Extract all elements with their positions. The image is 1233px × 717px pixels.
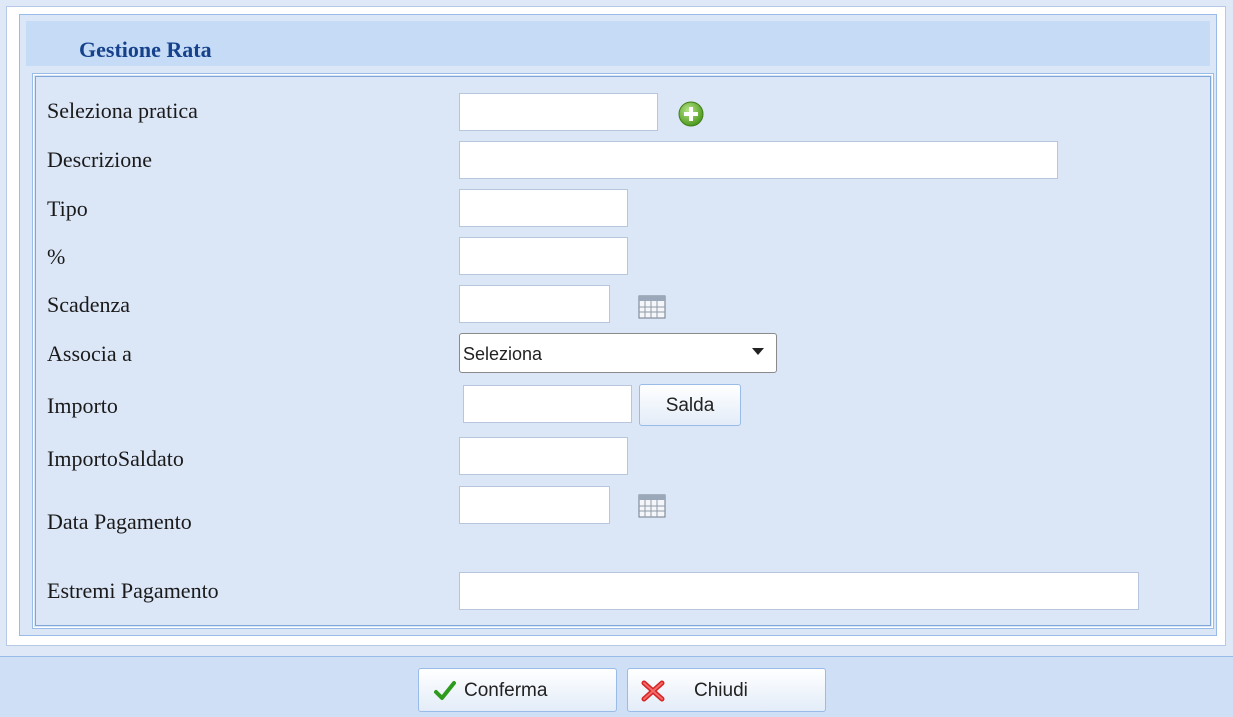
scadenza-label: Scadenza (47, 292, 131, 317)
calendar-icon[interactable] (638, 295, 666, 319)
associa-a-label: Associa a (47, 341, 132, 366)
percentuale-input[interactable] (459, 237, 628, 275)
checkmark-icon (434, 681, 456, 700)
associa-a-selected: Seleziona (463, 344, 543, 364)
associa-a-select[interactable]: Seleziona (459, 333, 777, 373)
percentuale-label: % (47, 244, 66, 269)
importo-saldato-label: ImportoSaldato (47, 446, 184, 471)
estremi-pagamento-label: Estremi Pagamento (47, 578, 219, 603)
chiudi-button[interactable]: Chiudi (627, 668, 826, 712)
chevron-down-icon (752, 348, 764, 355)
seleziona-pratica-input[interactable] (459, 93, 658, 131)
salda-button[interactable]: Salda (639, 384, 741, 426)
descrizione-input[interactable] (459, 141, 1058, 179)
descrizione-label: Descrizione (47, 147, 153, 172)
importo-input[interactable] (463, 385, 632, 423)
scadenza-input[interactable] (459, 285, 610, 323)
tipo-label: Tipo (47, 196, 88, 221)
add-circle-icon[interactable] (676, 99, 706, 129)
chiudi-button-label: Chiudi (694, 680, 748, 701)
estremi-pagamento-input[interactable] (459, 572, 1139, 610)
importo-saldato-input[interactable] (459, 437, 628, 475)
panel-title: Gestione Rata (79, 37, 212, 62)
importo-label: Importo (47, 393, 118, 418)
data-pagamento-label: Data Pagamento (47, 509, 192, 534)
data-pagamento-input[interactable] (459, 486, 610, 524)
conferma-button[interactable]: Conferma (418, 668, 617, 712)
salda-button-label: Salda (665, 395, 715, 416)
red-x-icon (641, 680, 665, 702)
calendar-icon[interactable] (638, 494, 666, 518)
tipo-input[interactable] (459, 189, 628, 227)
conferma-button-label: Conferma (464, 680, 548, 701)
seleziona-pratica-label: Seleziona pratica (47, 98, 198, 123)
